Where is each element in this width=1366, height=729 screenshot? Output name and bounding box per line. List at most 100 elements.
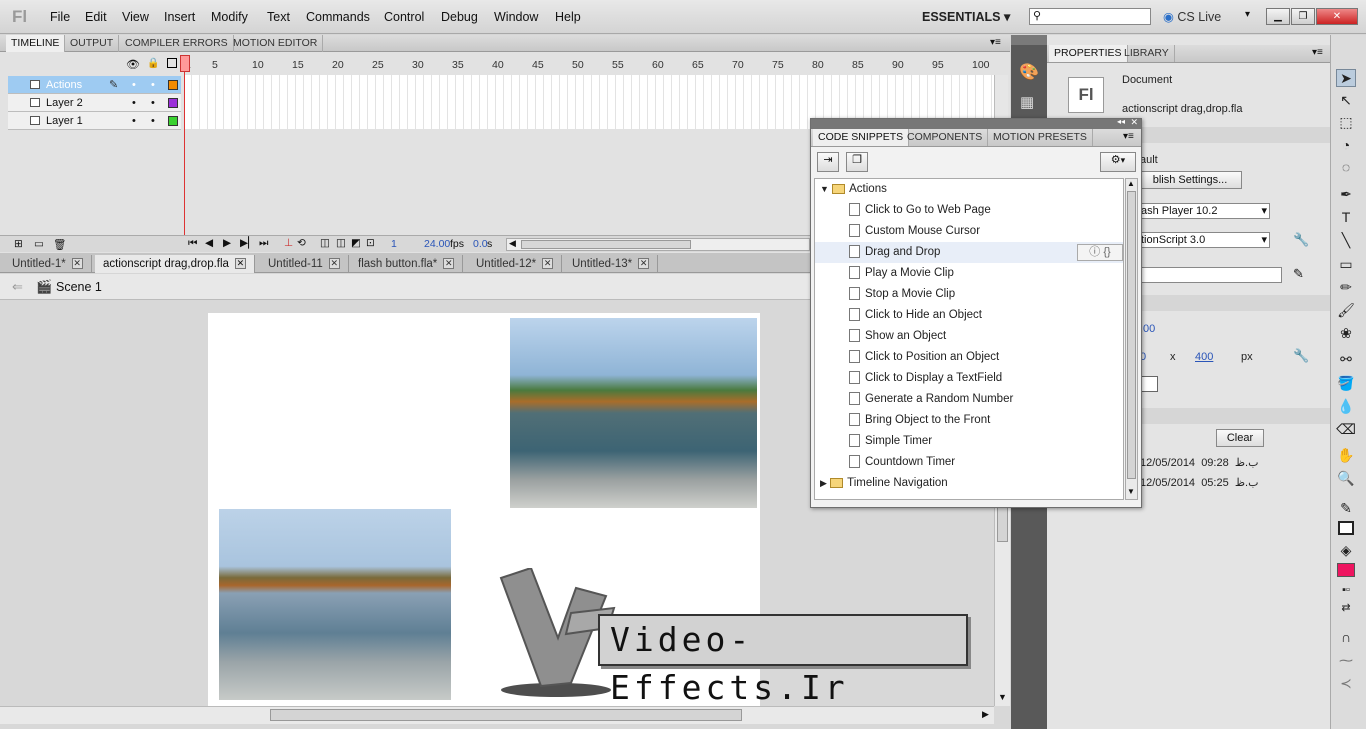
doc-tab-flash-button[interactable]: flash button.fla* ✕ (350, 255, 464, 273)
scroll-down-icon[interactable]: ▼ (1127, 487, 1135, 496)
color-panel-icon[interactable]: 🎨 (1019, 62, 1039, 82)
height-value[interactable]: 400 (1195, 351, 1213, 363)
scroll-down-icon[interactable]: ▼ (998, 692, 1007, 702)
snippet-item[interactable]: Simple Timer (815, 431, 1123, 452)
tab-motion-editor[interactable]: MOTION EDITOR (228, 35, 324, 52)
scroll-thumb[interactable] (997, 506, 1008, 542)
edit-multiple-icon[interactable]: ◩ (351, 237, 361, 249)
workspace-switcher[interactable]: ESSENTIALS ▾ (922, 9, 1010, 24)
snap-magnet-icon[interactable]: ∩ (1336, 629, 1356, 647)
eraser-icon[interactable]: ⌫ (1336, 421, 1356, 439)
lake-photo-top[interactable] (510, 318, 757, 508)
stage-hscroll[interactable]: ▶ (0, 706, 994, 724)
menu-view[interactable]: View (122, 10, 149, 24)
close-icon[interactable]: ✕ (638, 258, 650, 270)
scroll-thumb[interactable] (270, 709, 742, 721)
scroll-right-icon[interactable]: ▶ (982, 709, 989, 720)
expand-arrow-icon[interactable]: ▼ (820, 184, 829, 194)
stroke-color-icon[interactable]: ✎ (1336, 500, 1356, 518)
menu-file[interactable]: File (50, 10, 70, 24)
default-colors-icon[interactable]: ▪▫ (1336, 584, 1356, 602)
delete-layer-icon[interactable]: 🗑 (53, 238, 66, 251)
wrench-icon[interactable]: 🔧 (1293, 348, 1309, 364)
close-icon[interactable]: ✕ (443, 258, 455, 270)
snippet-item[interactable]: Click to Position an Object (815, 347, 1123, 368)
layer-row-layer-1[interactable]: Layer 1 • • (8, 112, 181, 130)
lock-dot[interactable]: • (151, 112, 155, 130)
zoom-tool-icon[interactable]: 🔍 (1336, 470, 1356, 488)
doc-tab-untitled-13[interactable]: Untitled-13* ✕ (564, 255, 659, 273)
center-frame-icon[interactable]: ⊥ (284, 237, 293, 249)
smooth-icon[interactable]: ⁓ (1336, 652, 1356, 670)
scroll-thumb[interactable] (521, 240, 691, 249)
tab-motion-presets[interactable]: MOTION PRESETS (988, 129, 1093, 146)
cs-live-button[interactable]: ◉ CS Live (1163, 9, 1221, 24)
pencil-tool-icon[interactable]: ✏ (1336, 279, 1356, 297)
snippet-item[interactable]: Custom Mouse Cursor (815, 221, 1123, 242)
timeline-hscroll[interactable]: ◀ (506, 238, 810, 251)
menu-commands[interactable]: Commands (306, 10, 370, 24)
class-input[interactable] (1138, 267, 1282, 283)
dock-header[interactable] (1011, 35, 1047, 45)
tab-timeline[interactable]: TIMELINE (6, 35, 66, 52)
menu-help[interactable]: Help (555, 10, 581, 24)
subselection-tool-icon[interactable]: ↖ (1336, 92, 1356, 110)
onion-markers-icon[interactable]: ⊡ (366, 237, 375, 249)
paint-bucket-icon[interactable]: 🪣 (1336, 375, 1356, 393)
bone-tool-icon[interactable]: ⚯ (1336, 351, 1356, 369)
stroke-color-swatch[interactable] (1338, 521, 1354, 535)
step-back-icon[interactable]: ◀ (205, 237, 213, 249)
close-icon[interactable]: ✕ (542, 258, 554, 270)
fps-value[interactable]: 24.00 (424, 238, 450, 250)
expand-arrow-icon[interactable]: ▶ (820, 478, 827, 488)
scroll-thumb[interactable] (1127, 191, 1136, 479)
snippet-folder-timeline-navigation[interactable]: ▶ Timeline Navigation (815, 473, 1123, 494)
play-icon[interactable]: ▶ (223, 237, 231, 249)
tab-code-snippets[interactable]: CODE SNIPPETS (813, 129, 910, 146)
brush-tool-icon[interactable]: 🖌 (1336, 302, 1356, 320)
options-button[interactable]: ⚙▾ (1100, 152, 1136, 172)
line-tool-icon[interactable]: ╲ (1336, 232, 1356, 250)
layer-row-actions[interactable]: Actions ✎ • • (8, 76, 181, 94)
snippets-vscroll[interactable]: ▲ ▼ (1125, 178, 1138, 500)
menu-control[interactable]: Control (384, 10, 424, 24)
snippet-item[interactable]: Countdown Timer (815, 452, 1123, 473)
fast-forward-icon[interactable]: ⏭ (259, 237, 268, 250)
tab-components[interactable]: COMPONENTS (902, 129, 989, 146)
new-folder-icon[interactable]: ▭ (34, 238, 44, 250)
tab-output[interactable]: OUTPUT (65, 35, 120, 52)
menu-modify[interactable]: Modify (211, 10, 248, 24)
onion-outline-icon[interactable]: ◫ (336, 237, 346, 249)
rewind-icon[interactable]: ⏮ (188, 237, 197, 250)
clear-history-button[interactable]: Clear (1216, 429, 1264, 447)
visibility-dot[interactable]: • (132, 94, 136, 112)
visibility-dot[interactable]: • (132, 76, 136, 94)
publish-settings-button[interactable]: blish Settings... (1138, 171, 1242, 189)
insert-snippet-button[interactable]: ⇥ (817, 152, 839, 172)
snippet-item[interactable]: Stop a Movie Clip (815, 284, 1123, 305)
layer-color-swatch[interactable] (168, 98, 178, 108)
lasso-icon[interactable]: ◌ (1336, 159, 1356, 177)
outline-icon[interactable] (167, 58, 177, 68)
snippet-item[interactable]: Click to Hide an Object (815, 305, 1123, 326)
minimize-button[interactable]: ▁ (1266, 8, 1290, 25)
cs-live-dropdown-icon[interactable]: ▾ (1245, 9, 1250, 20)
tab-compiler-errors[interactable]: COMPILER ERRORS (120, 35, 234, 52)
menu-text[interactable]: Text (267, 10, 290, 24)
tab-properties[interactable]: PROPERTIES (1049, 45, 1128, 62)
swatches-panel-icon[interactable]: ▦ (1020, 93, 1034, 111)
snippet-folder-actions[interactable]: ▼ Actions (815, 179, 1123, 200)
info-icon[interactable]: ⓘ (1089, 246, 1100, 258)
panel-menu-icon[interactable]: ▾≡ (1123, 131, 1134, 142)
doc-tab-untitled-12[interactable]: Untitled-12* ✕ (468, 255, 563, 273)
deco-tool-icon[interactable]: ❀ (1336, 325, 1356, 343)
scroll-up-icon[interactable]: ▲ (1127, 179, 1135, 188)
hand-tool-icon[interactable]: ✋ (1336, 447, 1356, 465)
selection-tool-icon[interactable]: ➤ (1336, 69, 1356, 87)
onion-skin-icon[interactable]: ◫ (320, 237, 330, 249)
fill-color-icon[interactable]: ◈ (1336, 542, 1356, 560)
layer-row-layer-2[interactable]: Layer 2 • • (8, 94, 181, 112)
visibility-dot[interactable]: • (132, 112, 136, 130)
playhead-handle[interactable] (180, 55, 190, 72)
restore-button[interactable]: ❐ (1291, 8, 1315, 25)
